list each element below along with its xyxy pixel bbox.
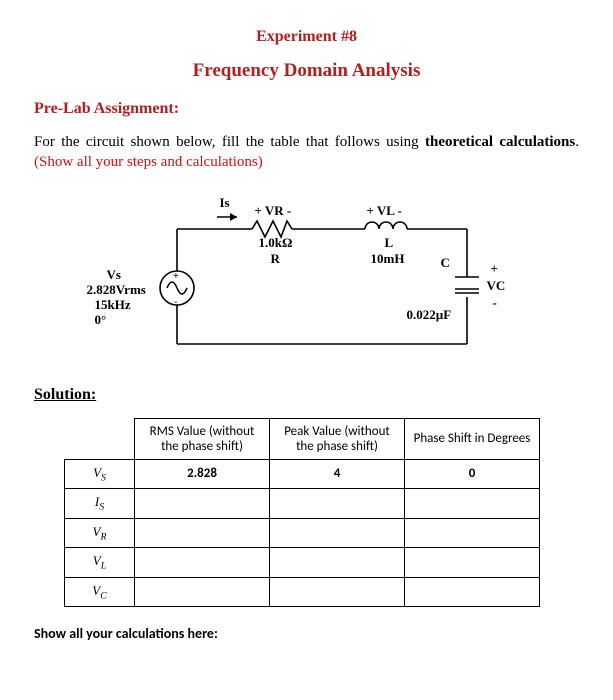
vs-rms: 2.828Vrms [87, 282, 146, 298]
r-symbol: R [271, 251, 280, 267]
cell-peak [270, 518, 405, 548]
para-bold: theoretical calculations [425, 134, 575, 150]
experiment-number: Experiment #8 [34, 28, 579, 46]
var-sub: S [101, 472, 106, 483]
cell-peak [270, 548, 405, 578]
para-text-1: For the circuit shown below, fill the ta… [34, 134, 425, 150]
cell-peak: 4 [270, 459, 405, 489]
c-value: 0.022µF [407, 307, 452, 323]
vc-plus: + [491, 261, 498, 277]
cell-phase [405, 518, 540, 548]
cell-phase [405, 548, 540, 578]
var-letter: V [93, 465, 101, 480]
table-row: VR [65, 518, 540, 548]
vs-phase: 0° [95, 312, 107, 328]
col-phase: Phase Shift in Degrees [405, 418, 540, 459]
col-peak: Peak Value (without the phase shift) [270, 418, 405, 459]
prelab-heading: Pre-Lab Assignment: [34, 100, 579, 118]
cell-rms [135, 518, 270, 548]
show-calculations-note: Show all your calculations here: [34, 625, 579, 642]
vs-freq: 15kHz [95, 297, 131, 313]
var-sub: L [101, 561, 106, 572]
para-text-2: . [575, 134, 579, 150]
cell-phase: 0 [405, 459, 540, 489]
is-label: Is [220, 195, 230, 211]
solution-table: RMS Value (without the phase shift) Peak… [64, 418, 540, 608]
cell-rms [135, 577, 270, 607]
var-sub: C [100, 590, 107, 601]
cell-phase [405, 489, 540, 519]
col-rms: RMS Value (without the phase shift) [135, 418, 270, 459]
cell-peak [270, 489, 405, 519]
vs-name: Vs [107, 267, 121, 283]
table-row: VL [65, 548, 540, 578]
l-value: 10mH [371, 251, 405, 267]
vc-label: VC [487, 278, 506, 294]
cell-phase [405, 577, 540, 607]
vr-label: + VR - [255, 203, 292, 219]
table-row: VS 2.828 4 0 [65, 459, 540, 489]
experiment-title: Frequency Domain Analysis [34, 60, 579, 82]
var-sub: S [99, 502, 104, 513]
r-value: 1.0kΩ [259, 235, 293, 251]
vl-label: + VL - [367, 203, 402, 219]
var-sub: R [100, 531, 106, 542]
table-corner [65, 418, 135, 459]
var-letter: V [93, 553, 101, 568]
cell-rms [135, 548, 270, 578]
vc-minus: - [493, 295, 497, 311]
svg-text:-: - [174, 297, 177, 308]
c-symbol: C [441, 255, 450, 271]
para-red: (Show all your steps and calculations) [34, 154, 263, 170]
solution-heading: Solution: [34, 386, 579, 404]
cell-peak [270, 577, 405, 607]
svg-text:+: + [173, 271, 179, 282]
table-row: VC [65, 577, 540, 607]
cell-rms: 2.828 [135, 459, 270, 489]
table-row: IS [65, 489, 540, 519]
l-symbol: L [385, 235, 394, 251]
prelab-paragraph: For the circuit shown below, fill the ta… [34, 132, 579, 173]
circuit-diagram: + - Is + VR - + VL - 1.0kΩ R L 10mH Vs 2… [87, 179, 527, 374]
cell-rms [135, 489, 270, 519]
